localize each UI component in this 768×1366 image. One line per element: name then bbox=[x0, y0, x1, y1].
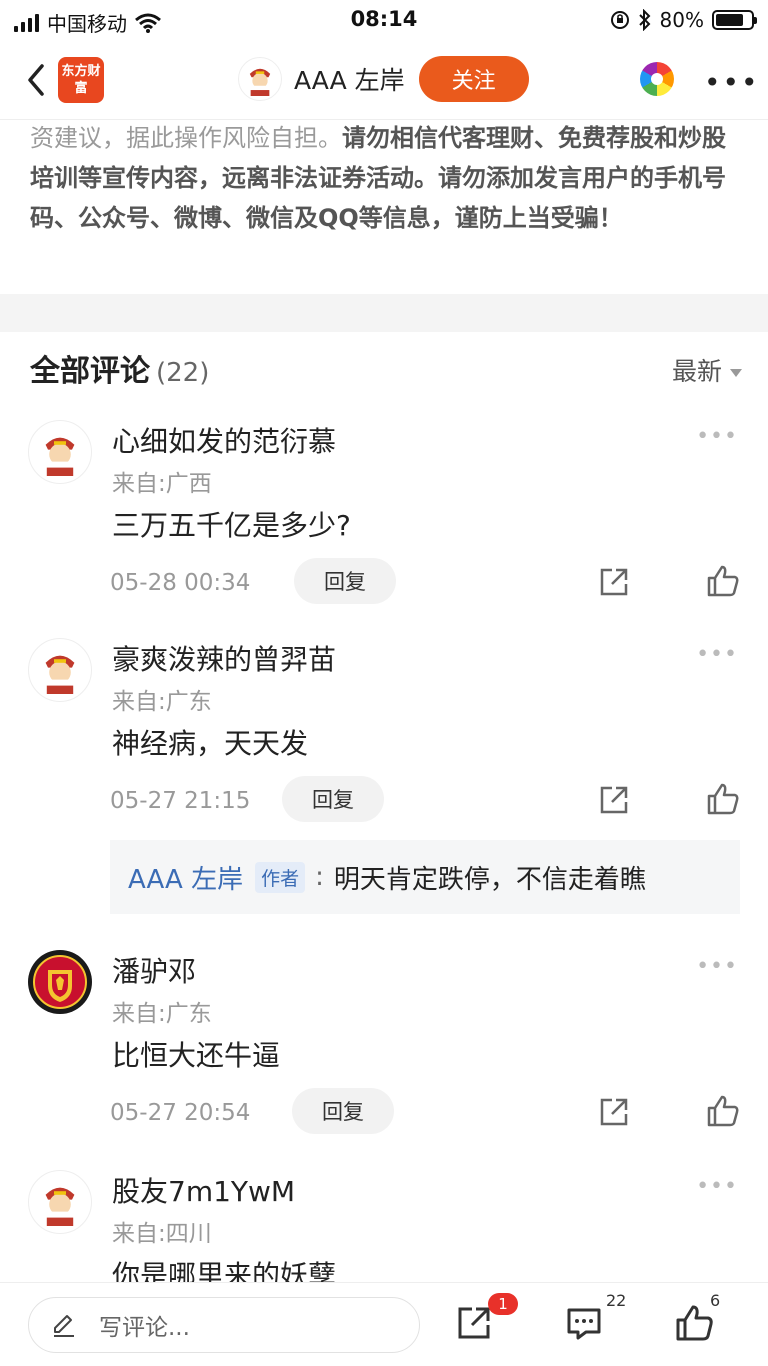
comment-item: 心细如发的范衍慕 来自:广西 三万五千亿是多少? ••• 05-28 00:34… bbox=[0, 420, 768, 620]
comment-username[interactable]: 股友7m1YwM bbox=[112, 1170, 295, 1210]
comment-input-placeholder: 写评论... bbox=[99, 1315, 190, 1341]
reply-button[interactable]: 回复 bbox=[294, 558, 396, 604]
comment-location: 来自:广东 bbox=[112, 1001, 212, 1027]
battery-icon bbox=[712, 10, 757, 30]
comment-icon[interactable] bbox=[564, 1303, 604, 1343]
comment-count-badge: 22 bbox=[606, 1291, 627, 1310]
status-bar: 中国移动 08:14 80% bbox=[0, 0, 768, 40]
sort-label: 最新 bbox=[671, 357, 722, 386]
reply-colon: : bbox=[315, 862, 324, 892]
user-avatar[interactable] bbox=[28, 420, 92, 484]
more-options-icon[interactable]: ••• bbox=[696, 642, 738, 667]
comment-time: 05-27 21:15 bbox=[110, 788, 251, 814]
comment-location: 来自:四川 bbox=[112, 1221, 212, 1247]
author-reply[interactable]: AAA 左岸 作者 : 明天肯定跌停，不信走着瞧 bbox=[110, 840, 740, 914]
like-icon[interactable] bbox=[706, 782, 740, 816]
comment-text: 比恒大还牛逼 bbox=[112, 1039, 281, 1072]
user-avatar[interactable] bbox=[28, 950, 92, 1014]
nav-bar: 东方财富 AAA 左岸 关注 ••• bbox=[0, 40, 768, 120]
more-options-icon[interactable]: ••• bbox=[696, 424, 738, 449]
reply-button[interactable]: 回复 bbox=[282, 776, 384, 822]
comment-username[interactable]: 心细如发的范衍慕 bbox=[112, 420, 336, 460]
caishen-avatar-icon bbox=[249, 68, 271, 96]
share-icon[interactable] bbox=[454, 1303, 494, 1343]
user-avatar[interactable] bbox=[28, 638, 92, 702]
comments-title: 全部评论 bbox=[30, 354, 150, 389]
comments-count: (22) bbox=[156, 358, 210, 388]
back-arrow-icon[interactable] bbox=[22, 60, 50, 100]
comment-text: 三万五千亿是多少? bbox=[112, 509, 351, 542]
caret-down-icon bbox=[730, 369, 742, 377]
comment-time: 05-27 20:54 bbox=[110, 1100, 251, 1126]
pencil-icon bbox=[54, 1315, 74, 1337]
disclaimer-gray: 资建议，据此操作风险自担。 bbox=[30, 124, 342, 152]
risk-disclaimer: 资建议，据此操作风险自担。请勿相信代客理财、免费荐股和炒股培训等宣传内容，远离非… bbox=[30, 118, 742, 238]
reply-text: 明天肯定跌停，不信走着瞧 bbox=[333, 864, 646, 895]
comment-input[interactable]: 写评论... bbox=[28, 1297, 420, 1353]
more-options-icon[interactable]: ••• bbox=[696, 954, 738, 979]
sort-dropdown[interactable]: 最新 bbox=[672, 352, 742, 388]
more-icon[interactable]: ••• bbox=[704, 66, 760, 99]
like-icon[interactable] bbox=[706, 1094, 740, 1128]
caishen-avatar-icon bbox=[45, 1187, 75, 1226]
share-icon[interactable] bbox=[598, 784, 630, 816]
bluetooth-icon bbox=[638, 9, 650, 31]
section-divider bbox=[0, 294, 768, 332]
like-icon[interactable] bbox=[674, 1303, 714, 1343]
pinwheel-icon[interactable] bbox=[640, 62, 674, 96]
like-icon[interactable] bbox=[706, 564, 740, 598]
comment-location: 来自:广东 bbox=[112, 689, 212, 715]
author-name[interactable]: AAA 左岸 bbox=[294, 61, 405, 97]
manchester-united-crest-icon bbox=[29, 951, 91, 1013]
share-icon[interactable] bbox=[598, 566, 630, 598]
author-avatar[interactable] bbox=[238, 57, 282, 101]
caishen-avatar-icon bbox=[45, 437, 75, 476]
user-avatar[interactable] bbox=[28, 1170, 92, 1234]
comments-header: 全部评论 (22) 最新 bbox=[30, 346, 742, 390]
reply-author-name[interactable]: AAA 左岸 bbox=[128, 859, 243, 896]
caishen-avatar-icon bbox=[45, 655, 75, 694]
author-badge: 作者 bbox=[255, 861, 306, 893]
orientation-lock-icon bbox=[610, 11, 629, 29]
comment-text: 神经病，天天发 bbox=[112, 727, 309, 760]
follow-button[interactable]: 关注 bbox=[418, 56, 529, 102]
app-logo[interactable]: 东方财富 bbox=[58, 57, 104, 103]
comment-item: 股友7m1YwM 来自:四川 你是哪里来的妖孽 ••• bbox=[0, 1170, 768, 1282]
bottom-bar: 写评论... 1 22 6 bbox=[0, 1282, 768, 1366]
comment-item: 潘驴邓 来自:广东 比恒大还牛逼 ••• 05-27 20:54 回复 bbox=[0, 950, 768, 1150]
comment-text: 你是哪里来的妖孽 bbox=[112, 1259, 337, 1282]
like-count-badge: 6 bbox=[710, 1291, 721, 1310]
reply-button[interactable]: 回复 bbox=[292, 1088, 394, 1134]
battery-percent: 80% bbox=[659, 8, 704, 32]
comment-location: 来自:广西 bbox=[112, 471, 212, 497]
share-badge: 1 bbox=[488, 1293, 518, 1315]
comment-item: 豪爽泼辣的曾羿苗 来自:广东 神经病，天天发 ••• 05-27 21:15 回… bbox=[0, 638, 768, 838]
share-icon[interactable] bbox=[598, 1096, 630, 1128]
comment-time: 05-28 00:34 bbox=[110, 570, 251, 596]
more-options-icon[interactable]: ••• bbox=[696, 1174, 738, 1199]
comment-username[interactable]: 潘驴邓 bbox=[112, 950, 196, 990]
comment-username[interactable]: 豪爽泼辣的曾羿苗 bbox=[112, 638, 336, 678]
